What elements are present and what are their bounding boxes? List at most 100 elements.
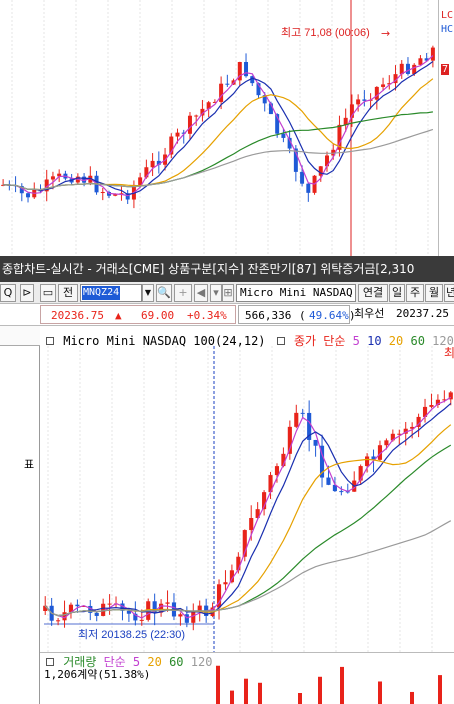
legend-ma-20: 20 <box>388 334 404 348</box>
main-candle <box>75 604 80 607</box>
top-candle <box>175 132 180 137</box>
window-icon[interactable]: ▭ <box>40 284 56 302</box>
top-scale-label-lc: LC <box>441 10 454 21</box>
search-icon[interactable]: Q <box>0 284 16 302</box>
down-arrow-icon[interactable]: ▾ <box>210 284 222 302</box>
current-price: 20236.75 <box>51 309 104 322</box>
best-ask-value: 20237.25 <box>396 307 449 320</box>
volume-box: 566,336 ( 49.64% ) <box>238 305 356 324</box>
legend-ma-box-icon[interactable] <box>276 337 285 345</box>
volume-bar <box>230 690 234 704</box>
top-candle <box>26 193 31 198</box>
tab-week[interactable]: 주 <box>406 284 424 302</box>
main-candle <box>178 614 183 617</box>
top-candle <box>219 83 224 102</box>
top-candle <box>418 58 423 65</box>
top-candle <box>100 192 105 194</box>
compare-icon[interactable]: + <box>174 284 192 302</box>
tab-year[interactable]: 년 <box>444 284 454 302</box>
tab-link[interactable]: 연결 <box>358 284 388 302</box>
legend-box-icon[interactable] <box>46 337 54 345</box>
volume-bar <box>378 681 382 704</box>
left-side-panel: 표 <box>0 326 40 704</box>
up-triangle-icon: ▲ <box>115 309 122 322</box>
main-candle <box>313 439 318 446</box>
volume-bar <box>410 691 414 704</box>
volume-bar <box>438 675 442 704</box>
main-candle <box>249 518 254 531</box>
main-candle <box>94 612 99 616</box>
volume-bar <box>318 676 322 704</box>
top-candle <box>356 99 361 105</box>
main-chart-title: Micro Mini NASDAQ 100(24,12) <box>63 334 266 348</box>
volume-value: 566,336 <box>245 309 292 322</box>
main-candle <box>223 582 228 585</box>
top-candle <box>187 115 192 134</box>
code-dropdown-icon[interactable]: ▼ <box>142 284 154 302</box>
top-high-label: 최고 71,08 (00:06) <box>281 27 370 39</box>
legend-close-label: 종가 단순 <box>294 334 346 348</box>
search-code-icon[interactable]: 🔍 <box>156 284 172 302</box>
tab-day[interactable]: 일 <box>389 284 405 302</box>
top-candlestick-chart <box>1 0 435 256</box>
main-right-label: 최 <box>444 346 454 360</box>
product-name-field[interactable]: Micro Mini NASDAQ 10 <box>236 284 356 302</box>
top-candle <box>374 86 379 100</box>
legend-ma-10: 10 <box>367 334 382 348</box>
legend-ma-5: 5 <box>352 334 360 348</box>
prev-icon[interactable]: ⊳ <box>20 284 34 302</box>
quote-row: 20236.75 ▲ 69.00 +0.34% 566,336 ( 49.64%… <box>0 304 454 326</box>
top-candle <box>50 176 55 180</box>
price-change-pct: +0.34% <box>187 309 227 322</box>
top-candle <box>405 63 410 74</box>
top-price-scale: LC HC 7 <box>438 0 454 256</box>
price-box: 20236.75 ▲ 69.00 +0.34% <box>40 305 236 324</box>
main-chart-panel[interactable]: Micro Mini NASDAQ 100(24,12) 종가 단순 5 10 … <box>40 326 454 652</box>
top-scale-current-price: 7 <box>441 64 450 75</box>
window-title: 종합차트-실시간 - 거래소[CME] 상품구분[지수] 잔존만기[87] 위탁… <box>2 262 415 276</box>
volume-ma-120: 120 <box>190 655 213 669</box>
main-ma5-line <box>44 396 452 619</box>
main-low-label: 최저 20138.25 (22:30) <box>78 629 186 641</box>
volume-info: 1,206계약(51.38%) <box>44 668 151 681</box>
top-candle <box>306 183 311 193</box>
left-panel-label: 표 <box>24 458 35 471</box>
tab-month[interactable]: 월 <box>425 284 443 302</box>
top-ma60-line <box>3 111 433 191</box>
expand-icon[interactable]: ⊞ <box>222 284 234 302</box>
top-scale-label-hc: HC <box>441 24 454 35</box>
volume-bar <box>216 665 220 704</box>
main-ma60-line <box>44 444 452 617</box>
volume-bar <box>244 678 248 704</box>
main-candle <box>365 456 370 467</box>
top-chart-panel[interactable]: 최고 71,08 (00:06) → LC HC 7 <box>0 0 454 256</box>
code-value: MNQZ24 <box>82 286 121 300</box>
top-candle <box>150 160 155 168</box>
main-candlestick-chart <box>43 346 453 652</box>
main-candle <box>339 491 344 493</box>
main-candle <box>107 603 112 605</box>
left-panel-header <box>0 326 40 346</box>
top-candle <box>281 133 286 138</box>
window-title-bar[interactable]: 종합차트-실시간 - 거래소[CME] 상품구분[지수] 잔존만기[87] 위탁… <box>0 256 454 282</box>
top-candle <box>430 47 435 61</box>
main-candle <box>139 619 144 621</box>
main-candle <box>197 605 202 611</box>
main-candle <box>326 477 331 485</box>
top-candle <box>194 115 199 117</box>
main-candle <box>56 620 61 622</box>
code-input[interactable]: MNQZ24 <box>80 284 142 302</box>
volume-bar <box>298 692 302 704</box>
volume-panel[interactable]: 거래량 단순 5 20 60 120 1,206계약(51.38%) <box>40 652 454 704</box>
legend-ma-60: 60 <box>410 334 425 348</box>
main-candle <box>384 440 389 446</box>
volume-bar <box>340 666 344 704</box>
volume-legend-box-icon[interactable] <box>46 658 54 666</box>
top-ma20-line <box>3 78 434 191</box>
sound-icon[interactable]: ◀ <box>194 284 208 302</box>
top-candle <box>300 171 305 184</box>
top-high-arrow-icon: → <box>381 27 391 40</box>
main-chart-legend: Micro Mini NASDAQ 100(24,12) 종가 단순 5 10 … <box>46 332 454 349</box>
best-ask-label: 최우선 <box>354 307 385 320</box>
kind-button[interactable]: 전 <box>58 284 78 302</box>
